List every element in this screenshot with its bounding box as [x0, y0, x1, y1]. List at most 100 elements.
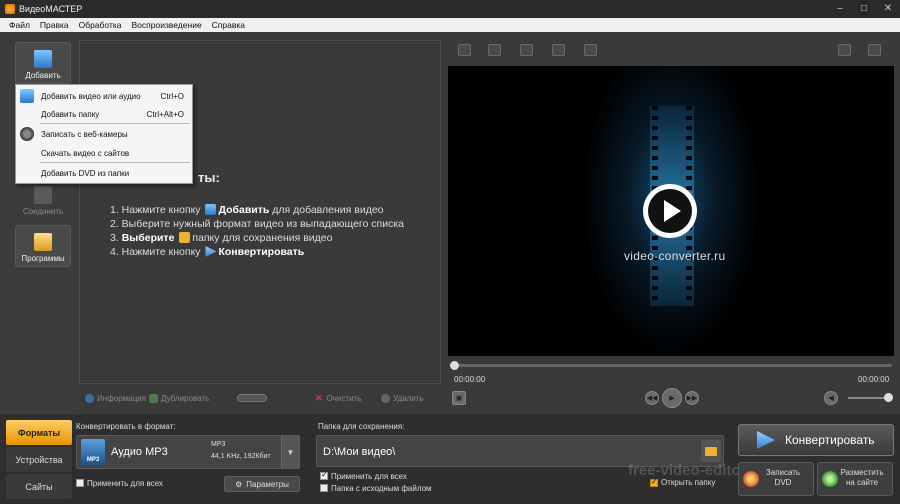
time-total: 00:00:00	[858, 375, 890, 384]
open-folder-button[interactable]: Открыть папку	[650, 477, 716, 487]
info-icon	[85, 393, 94, 403]
tab-devices[interactable]: Устройства	[6, 447, 72, 472]
time-current: 00:00:00	[454, 375, 486, 384]
big-play-icon[interactable]	[643, 184, 697, 238]
dropdown-add-video[interactable]: Добавить видео или аудио Ctrl+O	[16, 88, 192, 104]
open-folder-label: Открыть папку	[661, 478, 716, 487]
dropdown-item-label: Добавить видео или аудио	[41, 91, 141, 101]
publish-line2: на сайте	[845, 478, 879, 487]
format-apply-all-checkbox[interactable]	[76, 479, 84, 487]
params-button[interactable]: ⚙ Параметры	[224, 476, 300, 492]
video-preview[interactable]: video-converter.ru	[448, 66, 894, 356]
convert-label: Конвертировать	[785, 433, 875, 447]
duplicate-label: Дублировать	[161, 393, 210, 403]
seek-handle[interactable]	[450, 361, 459, 370]
folder-label: Папка для сохранения:	[318, 422, 405, 431]
chevron-down-icon[interactable]: ▼	[281, 436, 299, 468]
step3-tail: папку для сохранения видео	[192, 232, 333, 244]
crop-icon[interactable]	[458, 44, 471, 56]
film-add-icon	[20, 89, 34, 103]
speed-icon[interactable]	[584, 44, 597, 56]
burn-dvd-line1: Записать	[765, 468, 801, 477]
player-toolbar	[448, 40, 894, 60]
convert-button[interactable]: Конвертировать	[738, 424, 894, 456]
menu-edit[interactable]: Правка	[40, 20, 69, 30]
burn-dvd-button[interactable]: Записать DVD	[738, 462, 814, 496]
open-folder-checkbox[interactable]	[650, 477, 658, 487]
publish-line1: Разместить	[840, 468, 884, 477]
format-selector[interactable]: MP3 Аудио MP3 MP3 44,1 KHz, 192Кбит ▼	[76, 435, 300, 469]
play-button[interactable]: ▶	[662, 388, 682, 408]
step1-tail: для добавления видео	[272, 204, 384, 216]
join-button[interactable]: Соединить	[15, 178, 71, 220]
title-bar: ВидеоМАСТЕР – □ ✕	[0, 0, 900, 18]
clear-button[interactable]: ✖ Очистить	[315, 393, 361, 404]
snapshot-icon[interactable]	[838, 44, 851, 56]
publish-label: Разместить на сайте	[836, 468, 888, 488]
folder-path: D:\Мои видео\	[323, 446, 396, 458]
volume-slider[interactable]	[848, 393, 893, 402]
volume-handle[interactable]	[884, 393, 893, 402]
play-glyph	[648, 189, 692, 233]
menu-playback[interactable]: Воспроизведение	[132, 20, 202, 30]
join-icon	[34, 186, 52, 204]
step3-bold: Выберите	[121, 232, 175, 244]
tab-sites[interactable]: Сайты	[6, 474, 72, 499]
format-label: Конвертировать в формат:	[76, 422, 176, 431]
dropdown-webcam[interactable]: Записать с веб-камеры	[16, 126, 192, 142]
snapshot-button[interactable]: ▣	[452, 391, 466, 405]
view-toggle-icon	[237, 394, 267, 402]
menu-file[interactable]: Файл	[9, 20, 30, 30]
effects-icon[interactable]	[488, 44, 501, 56]
info-button[interactable]: Информация	[85, 393, 146, 403]
dropdown-separator	[40, 123, 190, 124]
close-button[interactable]: ✕	[882, 1, 894, 17]
mp3-icon: MP3	[81, 439, 105, 465]
fullscreen-icon[interactable]	[868, 44, 881, 56]
format-apply-all[interactable]: Применить для всех	[76, 479, 163, 488]
view-toggle[interactable]	[237, 394, 267, 402]
forward-icon[interactable]: ▶▶	[685, 391, 699, 405]
tab-formats[interactable]: Форматы	[6, 420, 72, 445]
source-folder-option[interactable]: Папка с исходным файлом	[320, 484, 432, 493]
dropdown-download[interactable]: Скачать видео с сайтов	[16, 145, 192, 161]
dropdown-add-dvd[interactable]: Добавить DVD из папки	[16, 165, 192, 181]
add-button[interactable]: Добавить	[15, 42, 71, 84]
instruction-step-2: 2. Выберите нужный формат видео из выпад…	[110, 218, 404, 230]
folder-icon	[179, 232, 191, 243]
brightness-icon[interactable]	[520, 44, 533, 56]
volume-icon[interactable]: ◀	[824, 391, 838, 405]
seek-bar[interactable]	[450, 361, 892, 370]
programs-button[interactable]: Программы	[15, 225, 71, 267]
webcam-icon	[20, 127, 34, 141]
format-codec: MP3	[211, 441, 226, 448]
duplicate-button[interactable]: Дублировать	[149, 393, 210, 403]
step3-text: 3.	[110, 232, 119, 244]
list-toolbar: Информация Дублировать ✖ Очистить Удалит…	[79, 389, 441, 407]
folder-apply-all-checkbox[interactable]	[320, 470, 328, 480]
rotate-icon[interactable]	[552, 44, 565, 56]
browse-folder-button[interactable]	[701, 440, 721, 462]
step1-bold: Добавить	[218, 204, 270, 216]
menu-processing[interactable]: Обработка	[79, 20, 122, 30]
instruction-step-4: 4. Нажмите кнопку Конвертировать	[110, 246, 304, 258]
publish-button[interactable]: Разместить на сайте	[817, 462, 893, 496]
folder-apply-all[interactable]: Применить для всех	[320, 470, 407, 481]
delete-button[interactable]: Удалить	[381, 393, 424, 403]
source-folder-checkbox[interactable]	[320, 484, 328, 492]
info-label: Информация	[97, 393, 146, 403]
clear-label: Очистить	[326, 393, 362, 403]
add-dropdown-menu: Добавить видео или аудио Ctrl+O Добавить…	[15, 84, 193, 184]
folder-icon	[705, 446, 717, 456]
programs-button-label: Программы	[21, 254, 65, 263]
duplicate-icon	[149, 393, 158, 403]
menu-help[interactable]: Справка	[212, 20, 245, 30]
gear-icon: ⚙	[235, 479, 243, 489]
rewind-icon[interactable]: ◀◀	[645, 391, 659, 405]
window-title: ВидеоМАСТЕР	[19, 4, 83, 14]
instructions-title: ты:	[198, 170, 220, 185]
dropdown-add-folder[interactable]: Добавить папку Ctrl+Alt+O	[16, 106, 192, 122]
maximize-button[interactable]: □	[858, 1, 870, 17]
minimize-button[interactable]: –	[834, 1, 846, 17]
format-name: Аудио MP3	[111, 446, 168, 458]
